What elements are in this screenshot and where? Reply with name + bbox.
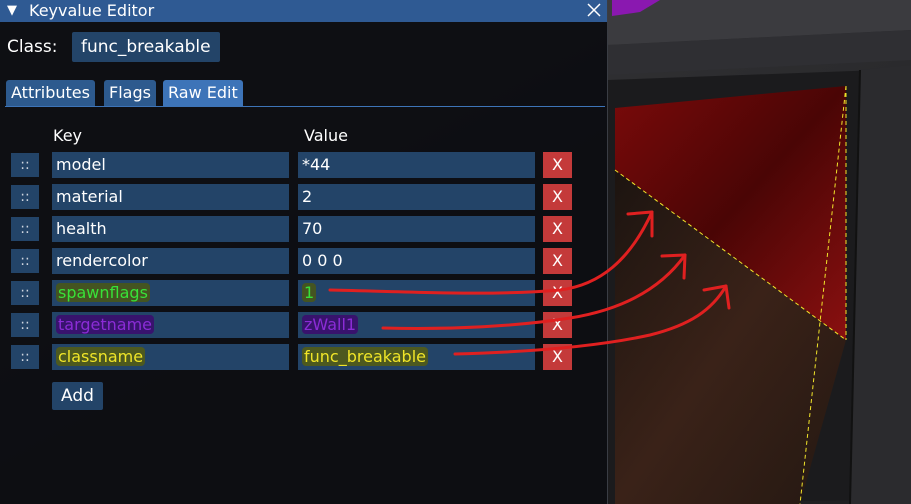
keyvalue-row: :: material 2 X (0, 183, 607, 211)
keyvalue-row: :: model *44 X (0, 151, 607, 179)
close-icon[interactable] (585, 1, 603, 19)
tab-raw-edit[interactable]: Raw Edit (163, 80, 243, 106)
keyvalue-row: :: targetname zWall1 X (0, 311, 607, 339)
delete-row-button[interactable]: X (543, 152, 572, 178)
keyvalue-row: :: classname func_breakable X (0, 343, 607, 371)
delete-row-button[interactable]: X (543, 312, 572, 338)
drag-handle[interactable]: :: (11, 153, 39, 177)
drag-handle[interactable]: :: (11, 249, 39, 273)
value-field[interactable]: 1 (298, 280, 535, 306)
drag-handle[interactable]: :: (11, 185, 39, 209)
delete-row-button[interactable]: X (543, 184, 572, 210)
key-text: targetname (56, 315, 155, 334)
drag-handle[interactable]: :: (11, 345, 39, 369)
keyvalue-row: :: spawnflags 1 X (0, 279, 607, 307)
value-field[interactable]: *44 (298, 152, 535, 178)
key-text: classname (56, 347, 146, 366)
column-header-key: Key (53, 126, 83, 145)
keyvalue-row: :: health 70 X (0, 215, 607, 243)
value-text: 70 (302, 219, 323, 238)
tab-underline (5, 106, 605, 107)
key-text: spawnflags (56, 283, 150, 302)
window-title: Keyvalue Editor (29, 1, 155, 20)
tab-attributes[interactable]: Attributes (6, 80, 95, 106)
delete-row-button[interactable]: X (543, 216, 572, 242)
delete-row-button[interactable]: X (543, 280, 572, 306)
value-text: 2 (302, 187, 313, 206)
drag-handle[interactable]: :: (11, 281, 39, 305)
class-label: Class: (7, 37, 58, 57)
value-field[interactable]: 0 0 0 (298, 248, 535, 274)
drag-handle[interactable]: :: (11, 313, 39, 337)
value-text: zWall1 (302, 315, 359, 334)
key-field[interactable]: material (52, 184, 289, 210)
value-text: *44 (302, 155, 331, 174)
key-field[interactable]: classname (52, 344, 289, 370)
value-field[interactable]: zWall1 (298, 312, 535, 338)
keyvalue-row: :: rendercolor 0 0 0 X (0, 247, 607, 275)
class-value-field[interactable]: func_breakable (72, 32, 220, 62)
key-text: rendercolor (56, 251, 148, 270)
value-field[interactable]: func_breakable (298, 344, 535, 370)
key-field[interactable]: spawnflags (52, 280, 289, 306)
triangle-down-icon[interactable]: ▼ (7, 3, 17, 18)
value-field[interactable]: 2 (298, 184, 535, 210)
delete-row-button[interactable]: X (543, 344, 572, 370)
key-field[interactable]: rendercolor (52, 248, 289, 274)
column-header-value: Value (304, 126, 348, 145)
value-text: 1 (302, 283, 317, 302)
add-button[interactable]: Add (52, 382, 103, 410)
tab-flags[interactable]: Flags (104, 80, 156, 106)
keyvalue-editor-window: ▼ Keyvalue Editor Class: func_breakable … (0, 0, 608, 504)
key-field[interactable]: targetname (52, 312, 289, 338)
title-bar[interactable]: ▼ Keyvalue Editor (0, 0, 607, 22)
key-field[interactable]: health (52, 216, 289, 242)
key-text: material (56, 187, 123, 206)
value-text: 0 0 0 (302, 251, 343, 270)
delete-row-button[interactable]: X (543, 248, 572, 274)
key-text: health (56, 219, 107, 238)
value-field[interactable]: 70 (298, 216, 535, 242)
key-field[interactable]: model (52, 152, 289, 178)
key-text: model (56, 155, 106, 174)
value-text: func_breakable (302, 347, 428, 366)
drag-handle[interactable]: :: (11, 217, 39, 241)
